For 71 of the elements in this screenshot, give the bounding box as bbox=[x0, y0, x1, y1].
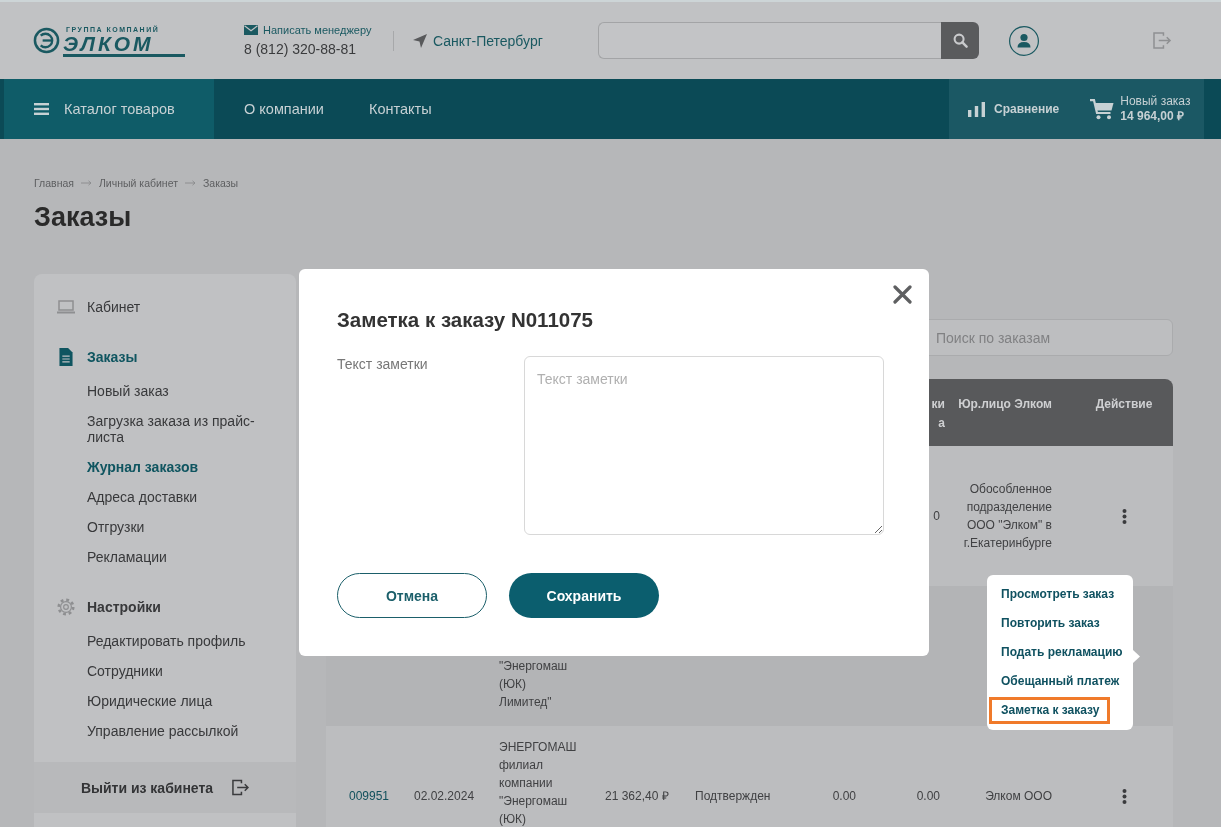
logout-button[interactable]: Выйти из кабинета bbox=[34, 762, 296, 813]
sidebar-item[interactable]: Управление рассылкой bbox=[87, 716, 239, 746]
breadcrumb-arrow-icon bbox=[80, 180, 92, 186]
close-icon[interactable] bbox=[893, 285, 912, 304]
sidebar-item[interactable]: Новый заказ bbox=[87, 376, 169, 406]
settings-icon bbox=[57, 598, 75, 616]
envelope-icon bbox=[244, 25, 258, 35]
laptop-icon bbox=[57, 298, 75, 316]
logout-icon bbox=[232, 779, 250, 796]
catalog-button[interactable]: Каталог товаров bbox=[4, 79, 214, 139]
breadcrumb-arrow-icon bbox=[184, 180, 196, 186]
order-sum: 21 362,40 ₽ bbox=[605, 788, 669, 805]
column-header: Действие bbox=[1095, 396, 1153, 413]
cart-icon[interactable] bbox=[1090, 98, 1115, 120]
menu-icon bbox=[34, 103, 49, 115]
logo-wordmark: ЭЛКОМ bbox=[63, 33, 185, 57]
location-arrow-icon bbox=[413, 33, 427, 48]
search-button[interactable] bbox=[941, 22, 979, 59]
nav-link[interactable]: Контакты bbox=[369, 79, 432, 139]
menu-item[interactable]: Подать рекламацию bbox=[989, 639, 1131, 666]
field-label: Текст заметки bbox=[337, 356, 428, 373]
table-cell-text: 0.00 bbox=[916, 788, 940, 805]
order-number-link[interactable]: 009951 bbox=[349, 787, 390, 805]
breadcrumb-link[interactable]: Главная bbox=[34, 176, 74, 190]
user-profile-icon[interactable] bbox=[1009, 25, 1039, 56]
nav-link[interactable]: О компании bbox=[244, 79, 324, 139]
table-cell-text: 0 bbox=[933, 508, 940, 525]
bar-chart-icon bbox=[968, 101, 985, 117]
more-actions-icon[interactable] bbox=[1121, 788, 1127, 804]
sidebar-item[interactable]: Рекламации bbox=[87, 542, 167, 572]
legal-entity: Обособленное подразделение ООО "Элком" в г.Екатеринбурге bbox=[962, 481, 1052, 552]
sidebar-section[interactable]: Настройки bbox=[57, 592, 161, 622]
write-manager-link[interactable]: Написать менеджеру bbox=[263, 23, 372, 37]
phone-number: 8 (812) 320-88-81 bbox=[244, 40, 357, 58]
order-date: 02.02.2024 bbox=[414, 788, 475, 805]
sidebar-item[interactable]: Редактировать профиль bbox=[87, 626, 246, 656]
sidebar-section[interactable]: Заказы bbox=[57, 342, 138, 372]
sidebar-item[interactable]: Юридические лица bbox=[87, 686, 213, 716]
note-textarea[interactable]: Текст заметки bbox=[524, 356, 884, 535]
legal-entity: Элком ООО bbox=[985, 788, 1052, 805]
sidebar-section[interactable]: Кабинет bbox=[57, 292, 141, 322]
column-header: ки а bbox=[931, 396, 945, 432]
save-button[interactable]: Сохранить bbox=[509, 573, 659, 618]
page-title: Заказы bbox=[34, 201, 132, 234]
sidebar-item[interactable]: Сотрудники bbox=[87, 656, 163, 686]
dialog-title: Заметка к заказу N011075 bbox=[337, 307, 593, 333]
more-actions-icon[interactable] bbox=[1121, 508, 1127, 524]
compare-link[interactable]: Сравнение bbox=[968, 101, 1060, 117]
cart-label: Новый заказ bbox=[1120, 94, 1191, 109]
company-name: ЭНЕРГОМАШ филиал компании "Энергомаш (ЮК) bbox=[499, 739, 578, 827]
sidebar-item[interactable]: Загрузка заказа из прайс-листа bbox=[87, 406, 262, 452]
menu-item[interactable]: Просмотреть заказ bbox=[989, 581, 1123, 608]
column-header: Юр.лицо Элком bbox=[958, 396, 1052, 413]
logo-ring-icon bbox=[33, 27, 60, 54]
cancel-button[interactable]: Отмена bbox=[337, 573, 487, 618]
sidebar-item[interactable]: Отгрузки bbox=[87, 512, 145, 542]
search-icon bbox=[952, 33, 968, 48]
company-name: "Энергомаш (ЮК) Лимитед" bbox=[499, 658, 569, 711]
order-status: Подтвержден bbox=[695, 788, 771, 805]
breadcrumb-link[interactable]: Личный кабинет bbox=[98, 176, 178, 190]
menu-item[interactable]: Обещанный платеж bbox=[989, 668, 1128, 695]
search-field[interactable] bbox=[598, 22, 941, 59]
menu-item[interactable]: Заметка к заказу bbox=[989, 697, 1111, 724]
menu-item[interactable]: Повторить заказ bbox=[989, 610, 1108, 637]
cart-total: 14 964,00 ₽ bbox=[1120, 109, 1185, 124]
sidebar-item[interactable]: Журнал заказов bbox=[87, 452, 199, 482]
document-icon bbox=[57, 348, 75, 366]
breadcrumb-link[interactable]: Заказы bbox=[202, 176, 239, 190]
city-selector[interactable]: Санкт-Петербург bbox=[433, 32, 543, 49]
table-cell-text: 0.00 bbox=[832, 788, 856, 805]
sidebar-item[interactable]: Адреса доставки bbox=[87, 482, 198, 512]
